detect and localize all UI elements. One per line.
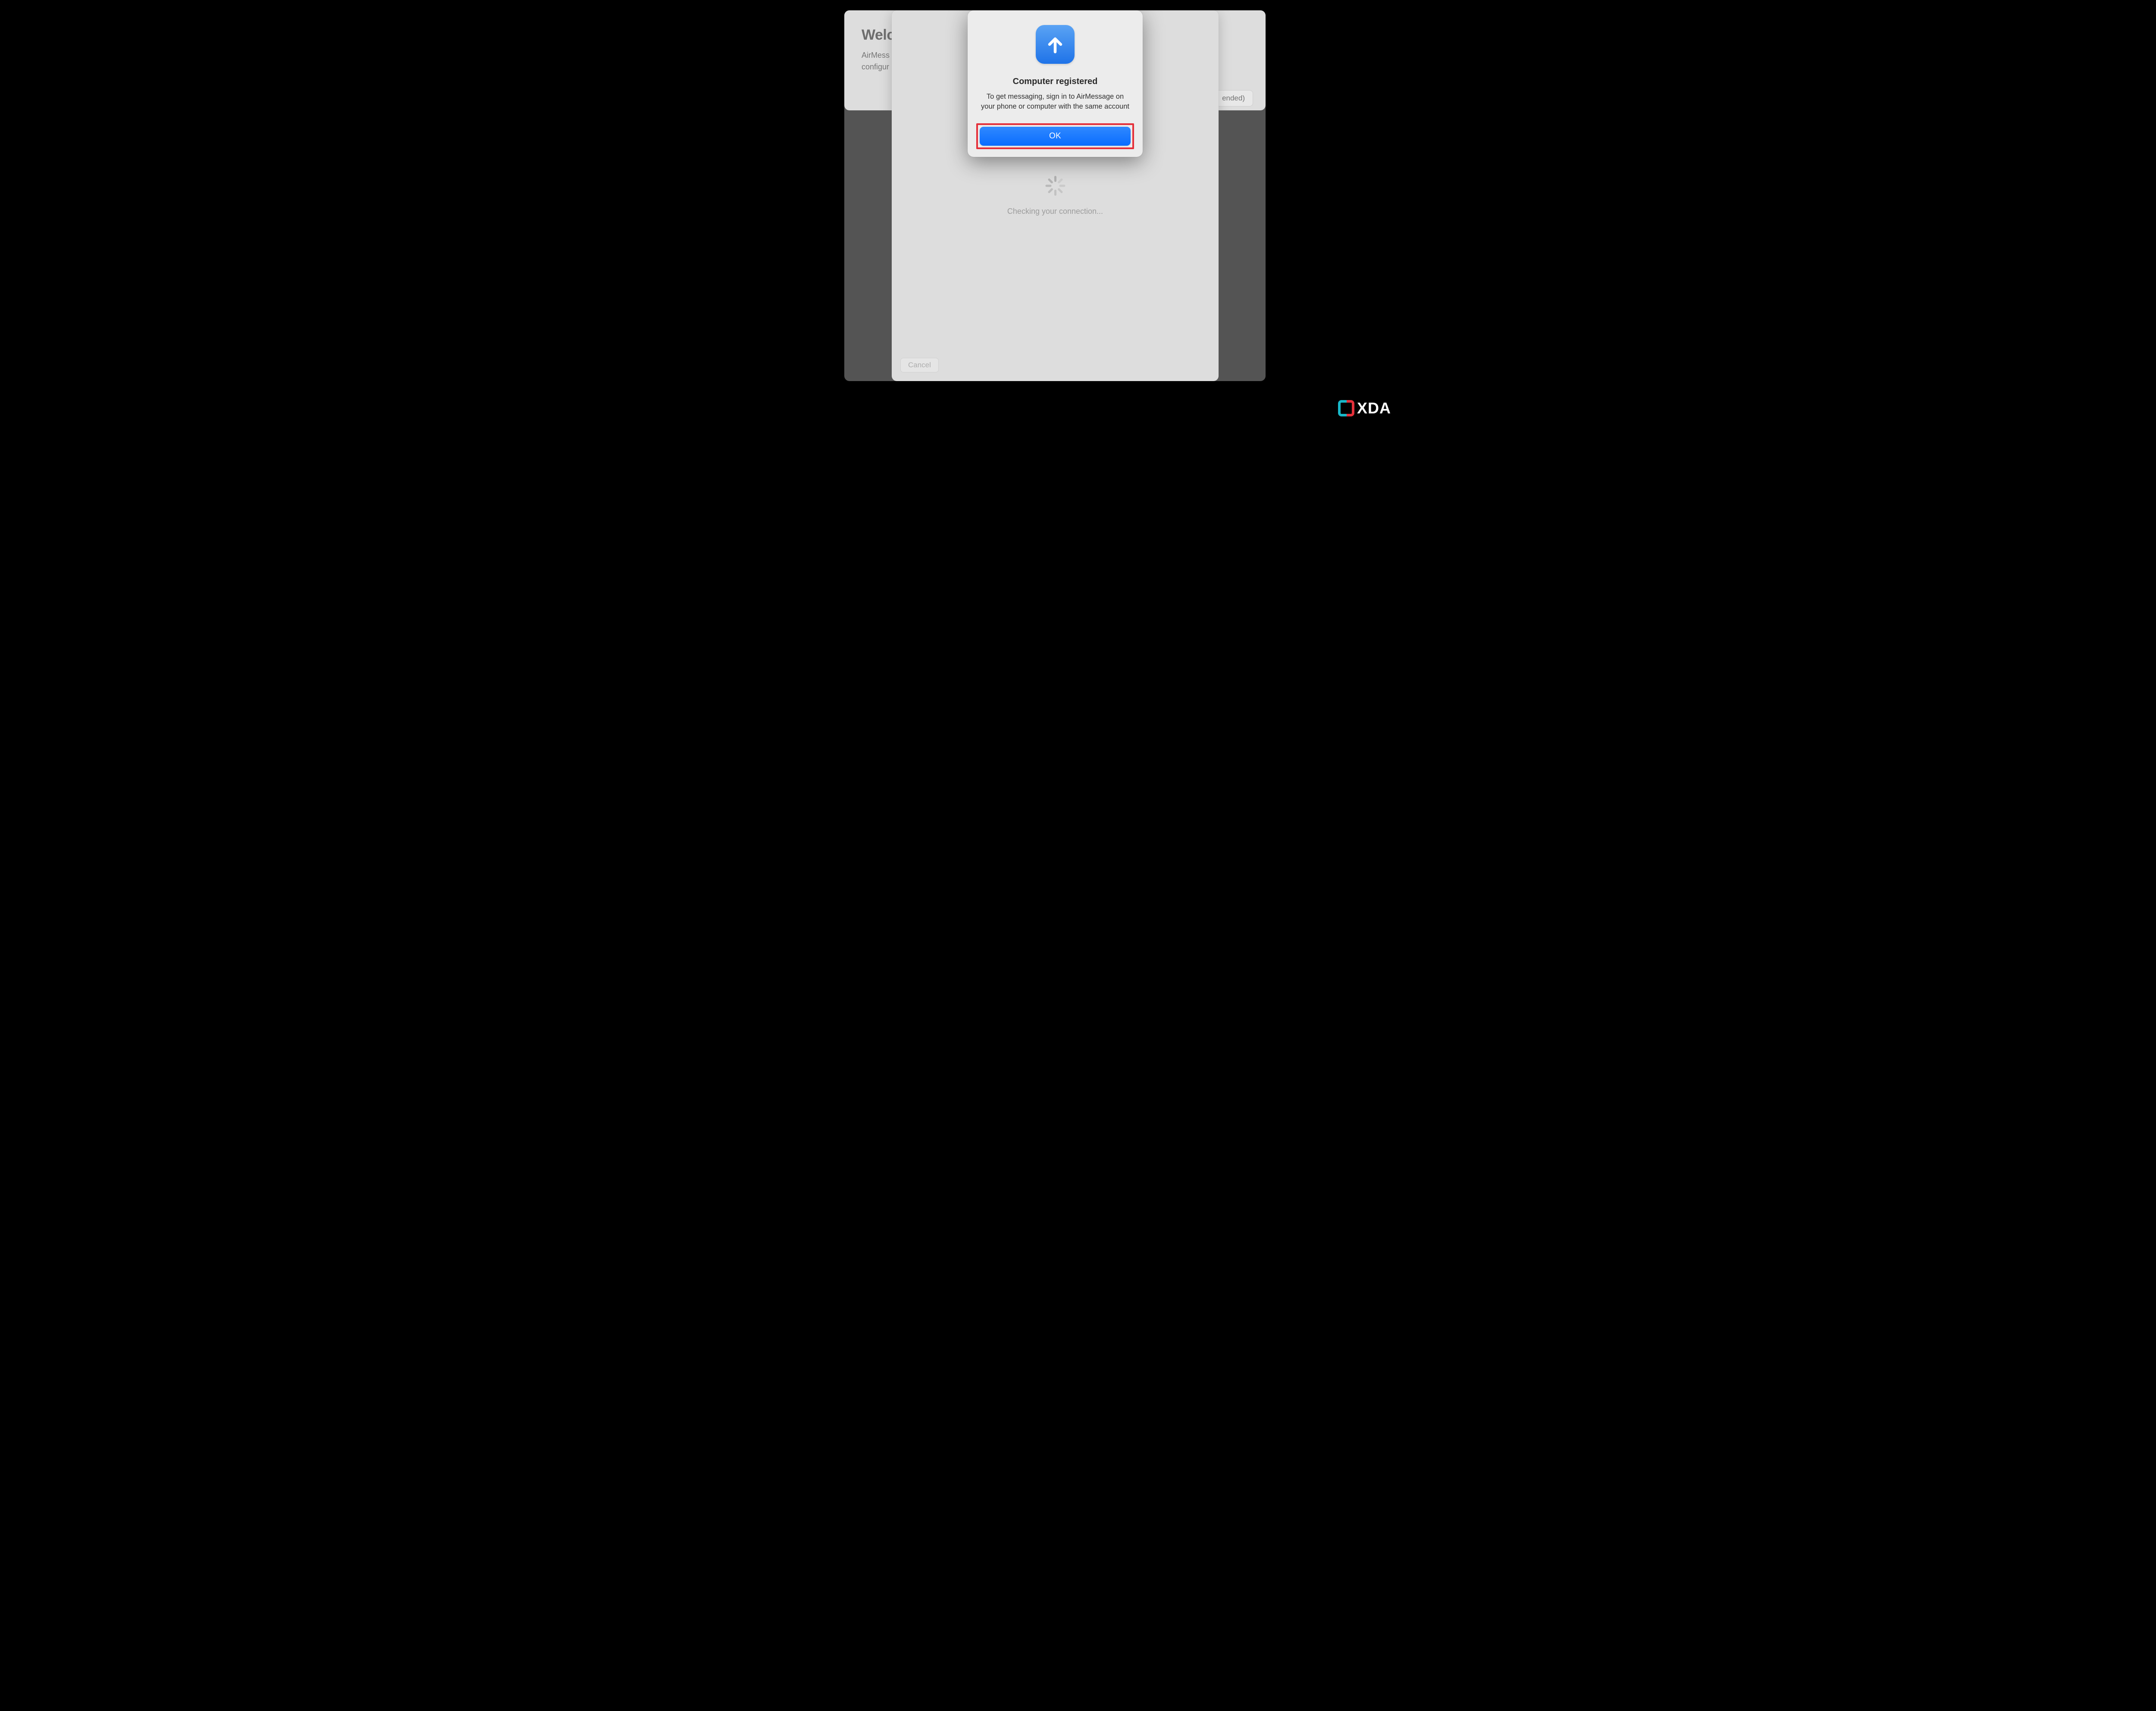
ok-button[interactable]: OK — [980, 127, 1131, 146]
screenshot-stage: Welc AirMess configur ended) Checking yo… — [764, 0, 1392, 418]
welcome-sub-line2: configur — [862, 63, 889, 71]
alert-body-text: To get messaging, sign in to AirMessage … — [976, 92, 1134, 112]
xda-watermark: XDA — [1336, 397, 1392, 418]
recommended-button-fragment[interactable]: ended) — [1214, 90, 1253, 106]
computer-registered-alert: Computer registered To get messaging, si… — [968, 10, 1143, 157]
xda-logo-icon — [1338, 400, 1354, 416]
welcome-sub-line1: AirMess — [862, 51, 890, 59]
connection-status-text: Checking your connection... — [892, 207, 1219, 216]
cancel-button[interactable]: Cancel — [900, 358, 939, 372]
ok-button-highlight: OK — [976, 123, 1134, 149]
loading-spinner-icon — [1045, 176, 1065, 196]
arrow-up-icon — [1036, 25, 1075, 64]
xda-text: XDA — [1357, 399, 1391, 417]
alert-title: Computer registered — [976, 77, 1134, 87]
